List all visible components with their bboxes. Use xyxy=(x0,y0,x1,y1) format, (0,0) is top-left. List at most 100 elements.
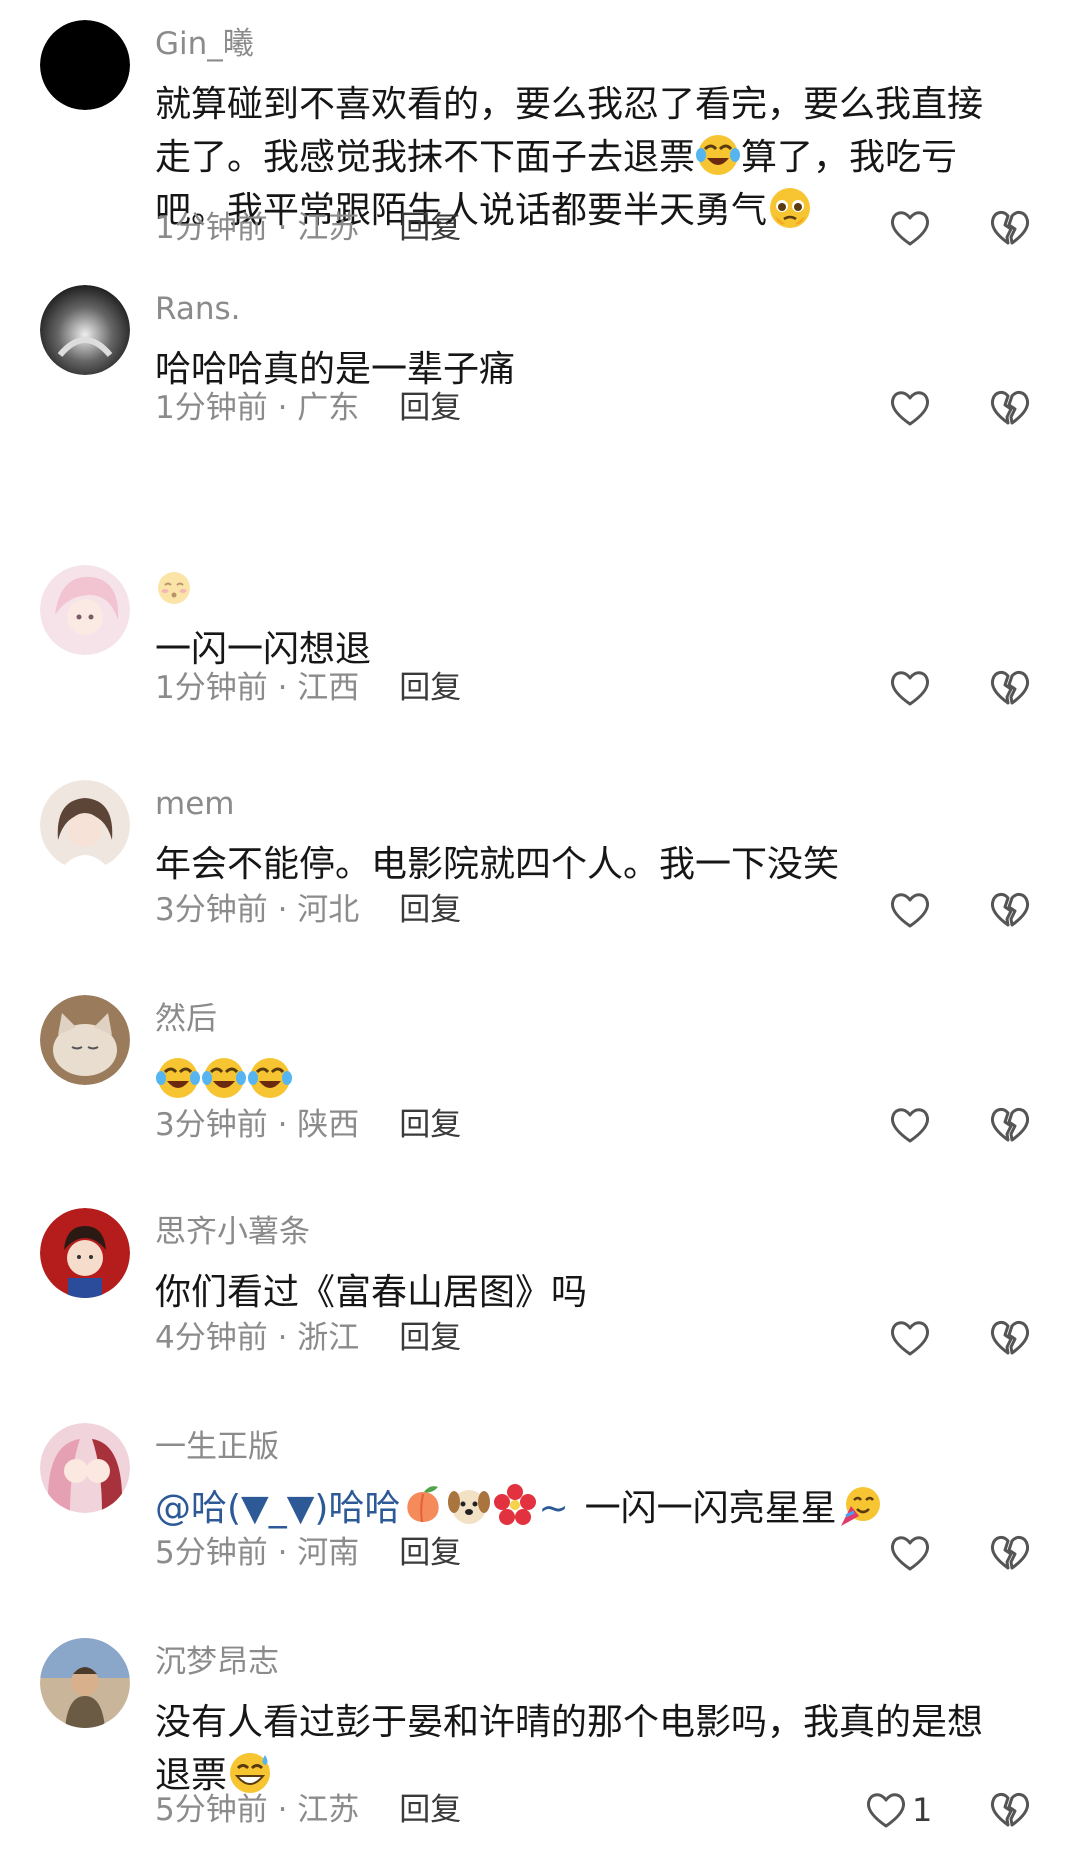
broken-heart-icon[interactable] xyxy=(988,1103,1032,1147)
location: 陕西 xyxy=(297,1107,360,1143)
comment-meta: 3分钟前 · 河北 回复 xyxy=(155,890,461,930)
timestamp: 1分钟前 xyxy=(155,390,268,426)
pleading-face-emoji xyxy=(767,184,813,230)
location: 河南 xyxy=(297,1535,360,1571)
mention-link[interactable]: @哈(▼_▼)哈哈 xyxy=(155,1488,400,1529)
timestamp: 5分钟前 xyxy=(155,1792,268,1828)
heart-icon[interactable] xyxy=(888,206,932,250)
peach-emoji xyxy=(400,1482,446,1528)
broken-heart-icon[interactable] xyxy=(988,666,1032,710)
broken-heart-icon[interactable] xyxy=(988,1316,1032,1360)
reply-button[interactable]: 回复 xyxy=(399,1320,461,1356)
crying-laughing-emoji xyxy=(247,1054,293,1100)
broken-heart-icon[interactable] xyxy=(988,1788,1032,1832)
heart-icon[interactable] xyxy=(888,1103,932,1147)
username[interactable]: 思齐小薯条 xyxy=(155,1212,310,1252)
avatar[interactable] xyxy=(40,1638,130,1728)
timestamp: 1分钟前 xyxy=(155,210,268,246)
heart-icon[interactable] xyxy=(888,888,932,932)
heart-icon[interactable] xyxy=(888,666,932,710)
comment-item: Gin_曦 就算碰到不喜欢看的，要么我忍了看完，要么我直接走了。我感觉我抹不下面… xyxy=(0,0,1080,280)
timestamp: 4分钟前 xyxy=(155,1320,268,1356)
reply-button[interactable]: 回复 xyxy=(399,1107,461,1143)
username[interactable]: mem xyxy=(155,784,234,824)
avatar[interactable] xyxy=(40,1423,130,1513)
heart-icon[interactable] xyxy=(864,1788,908,1832)
meta-separator: · xyxy=(267,1792,298,1828)
comment-meta: 1分钟前 · 江苏 回复 xyxy=(155,208,461,248)
comment-item: mem 年会不能停。电影院就四个人。我一下没笑 3分钟前 · 河北 回复 xyxy=(0,760,1080,975)
mention-suffix: ~ xyxy=(538,1488,569,1529)
location: 浙江 xyxy=(297,1320,360,1356)
heart-icon[interactable] xyxy=(888,1531,932,1575)
avatar[interactable] xyxy=(40,565,130,655)
username[interactable]: 沉梦昂志 xyxy=(155,1642,279,1682)
meta-separator: · xyxy=(267,1107,298,1143)
comment-item: Rans. 哈哈哈真的是一辈子痛 1分钟前 · 广东 回复 xyxy=(0,265,1080,480)
avatar[interactable] xyxy=(40,285,130,375)
comment-meta: 5分钟前 · 河南 回复 xyxy=(155,1533,461,1573)
comment-meta: 3分钟前 · 陕西 回复 xyxy=(155,1105,461,1145)
blushing-face-emoji xyxy=(155,569,193,607)
reply-button[interactable]: 回复 xyxy=(399,670,461,706)
username[interactable] xyxy=(155,569,193,611)
broken-heart-icon[interactable] xyxy=(988,1531,1032,1575)
reply-button[interactable]: 回复 xyxy=(399,210,461,246)
comment-item: 然后 3分钟前 · 陕西 回复 xyxy=(0,975,1080,1190)
comment-text[interactable] xyxy=(155,1054,1035,1107)
avatar[interactable] xyxy=(40,20,130,110)
meta-separator: · xyxy=(267,210,298,246)
location: 江苏 xyxy=(297,1792,360,1828)
comment-meta: 1分钟前 · 江西 回复 xyxy=(155,668,461,708)
comment-meta: 1分钟前 · 广东 回复 xyxy=(155,388,461,428)
meta-separator: · xyxy=(267,1535,298,1571)
heart-icon[interactable] xyxy=(888,1316,932,1360)
username[interactable]: 然后 xyxy=(155,999,217,1039)
comment-item: 沉梦昂志 没有人看过彭于晏和许晴的那个电影吗，我真的是想退票 5分钟前 · 江苏… xyxy=(0,1618,1080,1876)
avatar[interactable] xyxy=(40,995,130,1085)
comment-item: 一闪一闪想退 1分钟前 · 江西 回复 xyxy=(0,545,1080,760)
like-count: 1 xyxy=(912,1791,933,1829)
timestamp: 3分钟前 xyxy=(155,1107,268,1143)
reply-button[interactable]: 回复 xyxy=(399,1792,461,1828)
comment-item: 一生正版 @哈(▼_▼)哈哈 ~ 一闪一闪亮星星 5分钟前 · 河南 回复 xyxy=(0,1403,1080,1618)
broken-heart-icon[interactable] xyxy=(988,386,1032,430)
location: 江西 xyxy=(297,670,360,706)
avatar[interactable] xyxy=(40,1208,130,1298)
location: 河北 xyxy=(297,892,360,928)
location: 广东 xyxy=(297,390,360,426)
crying-laughing-emoji xyxy=(201,1054,247,1100)
meta-separator: · xyxy=(267,390,298,426)
comment-item: 思齐小薯条 你们看过《富春山居图》吗 4分钟前 · 浙江 回复 xyxy=(0,1188,1080,1403)
broken-heart-icon[interactable] xyxy=(988,206,1032,250)
timestamp: 5分钟前 xyxy=(155,1535,268,1571)
meta-separator: · xyxy=(267,892,298,928)
avatar[interactable] xyxy=(40,780,130,870)
reply-button[interactable]: 回复 xyxy=(399,390,461,426)
meta-separator: · xyxy=(267,670,298,706)
meta-separator: · xyxy=(267,1320,298,1356)
reply-button[interactable]: 回复 xyxy=(399,892,461,928)
username[interactable]: Gin_曦 xyxy=(155,24,254,64)
comment-text[interactable]: @哈(▼_▼)哈哈 ~ 一闪一闪亮星星 xyxy=(155,1482,1035,1535)
dog-face-emoji xyxy=(446,1482,492,1528)
broken-heart-icon[interactable] xyxy=(988,888,1032,932)
comment-text[interactable]: 年会不能停。电影院就四个人。我一下没笑 xyxy=(155,839,1035,891)
timestamp: 1分钟前 xyxy=(155,670,268,706)
crying-laughing-emoji xyxy=(155,1054,201,1100)
crying-laughing-emoji xyxy=(695,131,741,177)
username[interactable]: Rans. xyxy=(155,289,241,329)
comment-text[interactable]: 没有人看过彭于晏和许晴的那个电影吗，我真的是想退票 xyxy=(155,1697,1015,1802)
party-face-emoji xyxy=(837,1482,883,1528)
comment-meta: 4分钟前 · 浙江 回复 xyxy=(155,1318,461,1358)
comment-list: Gin_曦 就算碰到不喜欢看的，要么我忍了看完，要么我直接走了。我感觉我抹不下面… xyxy=(0,0,1080,1876)
timestamp: 3分钟前 xyxy=(155,892,268,928)
comment-meta: 5分钟前 · 江苏 回复 xyxy=(155,1790,461,1830)
hibiscus-emoji xyxy=(492,1482,538,1528)
reply-button[interactable]: 回复 xyxy=(399,1535,461,1571)
grinning-sweat-emoji xyxy=(227,1749,273,1795)
username[interactable]: 一生正版 xyxy=(155,1427,279,1467)
heart-icon[interactable] xyxy=(888,386,932,430)
location: 江苏 xyxy=(297,210,360,246)
comment-text[interactable]: 你们看过《富春山居图》吗 xyxy=(155,1267,1035,1319)
